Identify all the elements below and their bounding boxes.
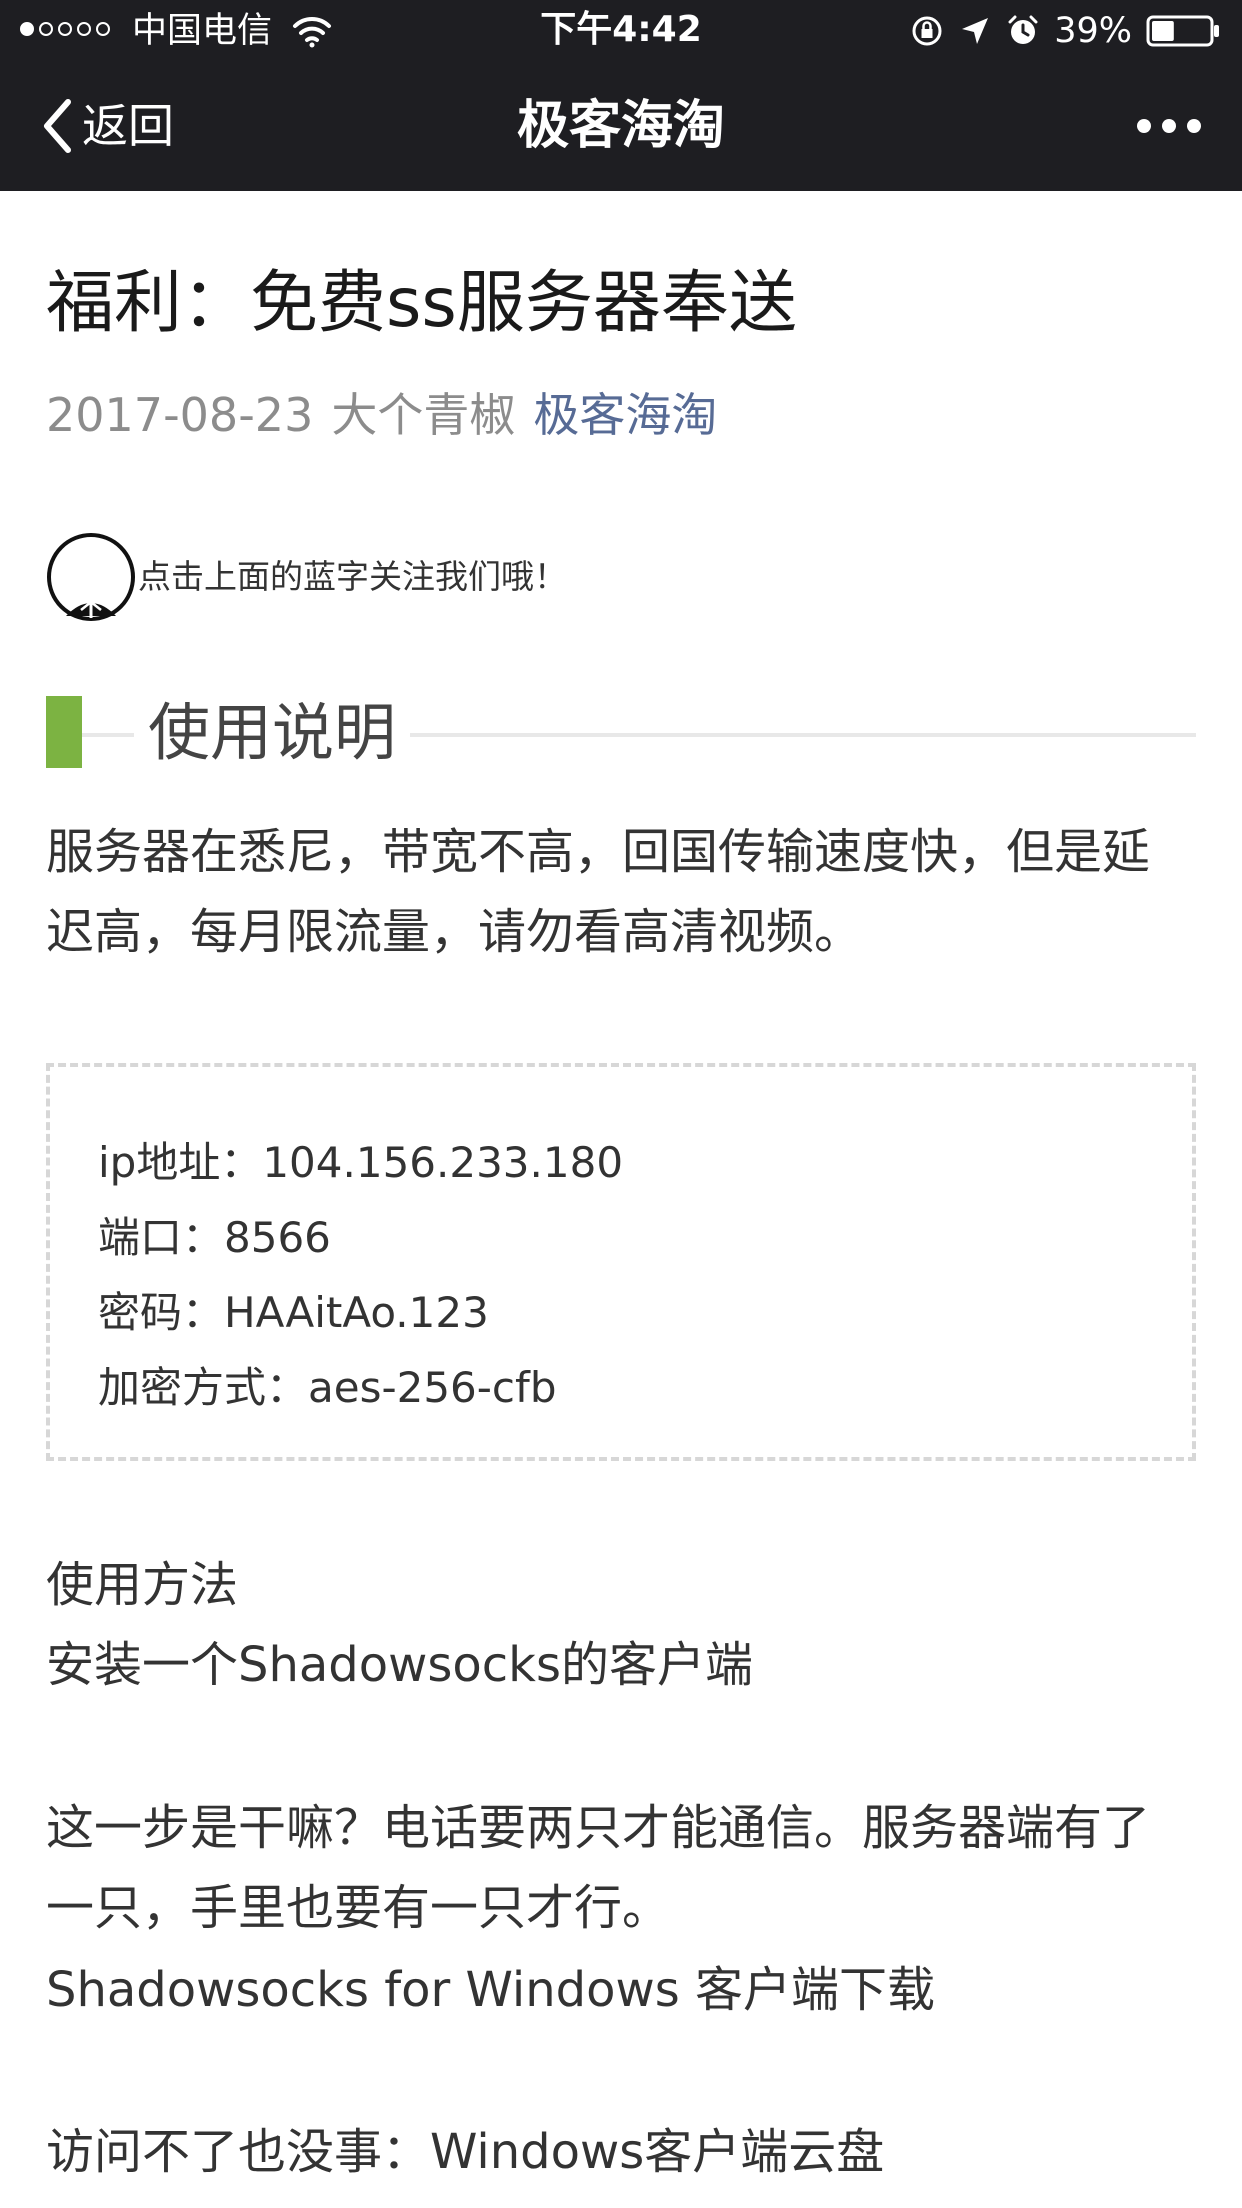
encryption-method-line: 加密方式：aes-256-cfb xyxy=(98,1363,557,1412)
publish-date: 2017-08-23 xyxy=(46,388,314,442)
top-bar: 中国电信 下午4:42 39% 返回 极客海淘 xyxy=(0,0,1242,191)
lock-rotation-icon xyxy=(912,16,942,46)
battery-percentage: 39% xyxy=(1054,11,1132,51)
section-heading: 使用说明 xyxy=(46,693,1196,773)
explanation-paragraph: 这一步是干嘛？电话要两只才能通信。服务器端有了一只，手里也要有一只才行。 xyxy=(46,1800,1151,1936)
server-password-line: 密码：HAAitAo.123 xyxy=(98,1288,489,1337)
server-info-box: ip地址：104.156.233.180 端口：8566 密码：HAAitAo.… xyxy=(46,1063,1196,1461)
follow-prompt-text: 点击上面的蓝字关注我们哦！ xyxy=(138,557,567,596)
more-dots-icon[interactable] xyxy=(1134,106,1204,146)
status-right-group: 39% xyxy=(910,10,1222,52)
usage-instruction: 安装一个Shadowsocks的客户端 xyxy=(46,1637,753,1693)
intro-paragraph: 服务器在悉尼，带宽不高，回国传输速度快，但是延迟高，每月限流量，请勿看高清视频。 xyxy=(46,824,1151,960)
account-name-link[interactable]: 极客海淘 xyxy=(533,388,717,442)
author-name: 大个青椒 xyxy=(331,388,516,442)
page-title: 极客海淘 xyxy=(516,96,725,156)
windows-client-download-link[interactable]: Shadowsocks for Windows 客户端下载 xyxy=(46,1950,1196,2030)
navigation-bar: 返回 极客海淘 xyxy=(0,62,1242,191)
server-ip-line: ip地址：104.156.233.180 xyxy=(98,1138,624,1187)
follow-prompt-row: 点击上面的蓝字关注我们哦！ xyxy=(46,532,567,622)
follow-circle-icon xyxy=(47,533,135,621)
wechat-article-page: 中国电信 下午4:42 39% 返回 极客海淘 福利：免费ss服务器奉送 201… xyxy=(0,0,1242,2208)
alarm-icon xyxy=(1008,15,1038,44)
windows-client-cloud-link[interactable]: 访问不了也没事：Windows客户端云盘 xyxy=(46,2112,1196,2192)
section-title: 使用说明 xyxy=(134,693,411,773)
battery-icon xyxy=(1146,15,1219,47)
article-title: 福利：免费ss服务器奉送 xyxy=(46,264,797,343)
status-bar: 中国电信 下午4:42 39% xyxy=(0,0,1242,62)
article-meta: 2017-08-23 大个青椒 极客海淘 xyxy=(46,383,717,447)
usage-title: 使用方法 xyxy=(46,1557,239,1613)
section-accent-bar xyxy=(46,696,82,768)
location-arrow-icon xyxy=(962,18,989,44)
server-port-line: 端口：8566 xyxy=(98,1213,331,1262)
